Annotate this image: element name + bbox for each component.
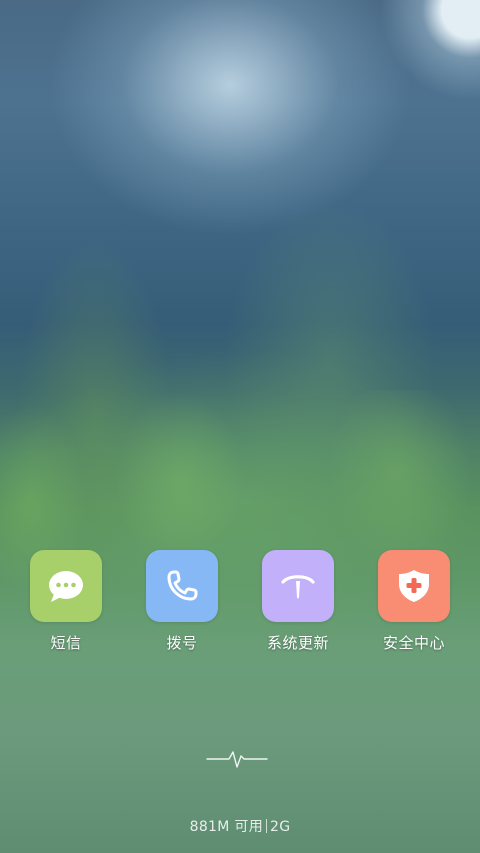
security-center-label: 安全中心 xyxy=(382,634,445,652)
messages-app-icon[interactable] xyxy=(30,550,102,622)
available-memory-text: 881M 可用 xyxy=(189,819,263,835)
messages-label: 短信 xyxy=(50,634,82,652)
dialer-label: 拨号 xyxy=(166,634,198,652)
update-icon xyxy=(281,575,315,599)
update-app-icon[interactable] xyxy=(262,550,334,622)
network-type-text: 2G xyxy=(270,819,291,835)
chat-bubble-icon xyxy=(49,571,83,602)
shield-icon xyxy=(399,570,429,602)
status-divider xyxy=(266,819,267,833)
app-dock: 短信 拨号 系统更新 安全中心 xyxy=(0,550,480,660)
dialer-app-icon[interactable] xyxy=(146,550,218,622)
app-system-update[interactable]: 系统更新 xyxy=(248,550,348,660)
app-messages[interactable]: 短信 xyxy=(16,550,116,660)
security-app-icon[interactable] xyxy=(378,550,450,622)
phone-icon xyxy=(167,570,198,601)
system-update-label: 系统更新 xyxy=(266,634,329,652)
memory-status-bar: 881M 可用 2G xyxy=(0,816,480,836)
app-security-center[interactable]: 安全中心 xyxy=(364,550,464,660)
heartbeat-icon[interactable] xyxy=(205,746,269,772)
app-dialer[interactable]: 拨号 xyxy=(132,550,232,660)
